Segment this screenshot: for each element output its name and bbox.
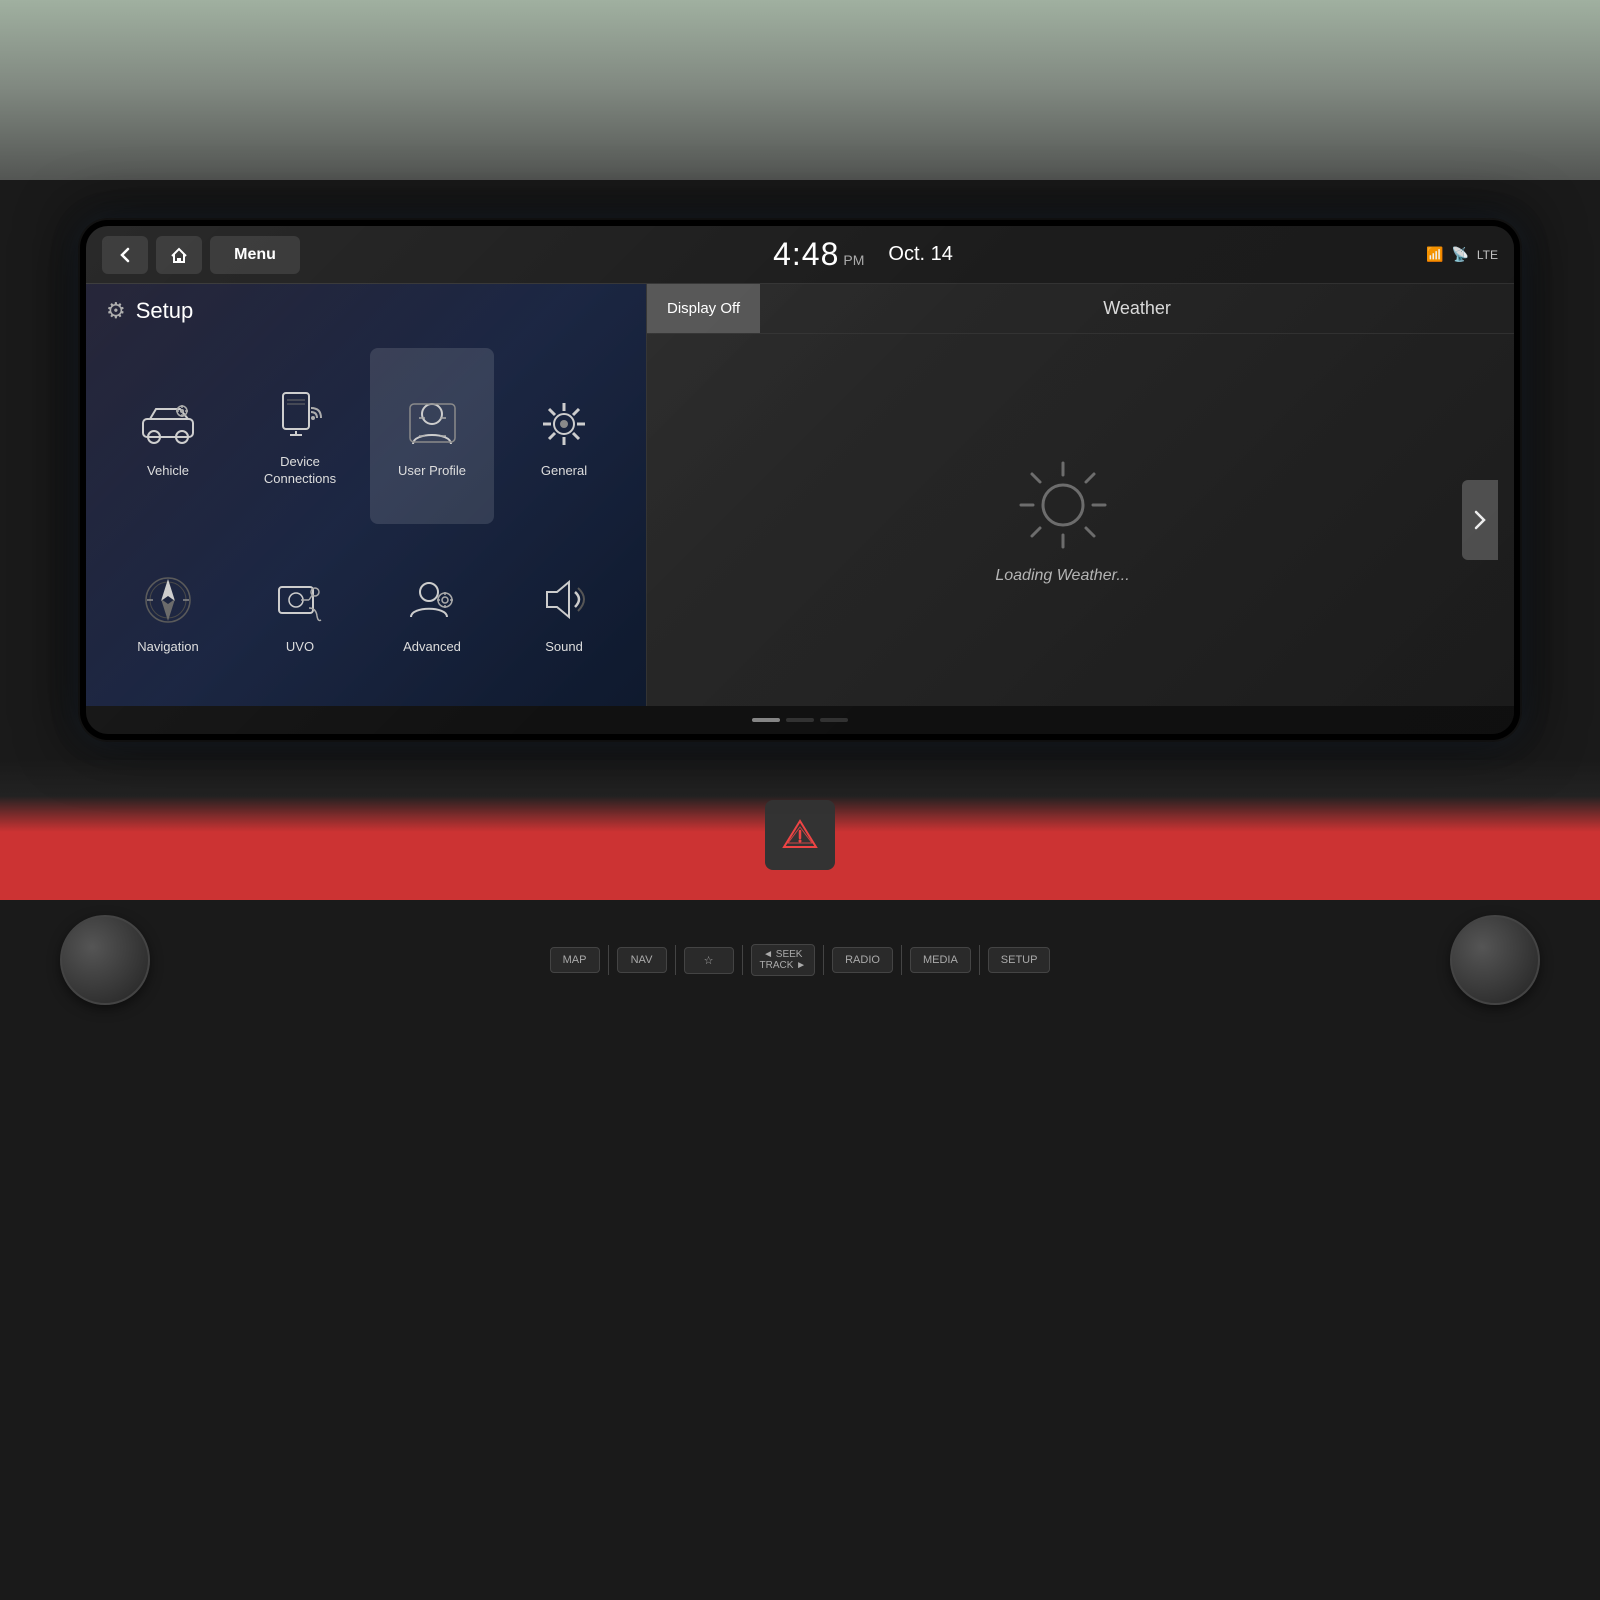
menu-item-advanced[interactable]: Advanced — [370, 532, 494, 692]
page-dot-3[interactable] — [820, 718, 848, 722]
top-bar: Menu 4:48 PM Oct. 14 📶 📡 LTE — [86, 226, 1514, 284]
sound-icon — [533, 569, 595, 631]
menu-item-navigation[interactable]: Navigation — [106, 532, 230, 692]
pagination-bar — [86, 706, 1514, 734]
network-icon: LTE — [1477, 248, 1498, 262]
menu-item-device-connections[interactable]: DeviceConnections — [238, 348, 362, 524]
uvo-label: UVO — [286, 639, 314, 656]
setup-title: Setup — [136, 298, 194, 324]
loading-weather-text: Loading Weather... — [995, 567, 1129, 585]
control-buttons: MAP NAV ☆ ◄ SEEKTRACK ► RADIO MEDIA SETU… — [150, 944, 1450, 976]
favorite-button[interactable]: ☆ — [684, 947, 734, 974]
setup-button[interactable]: SETUP — [988, 947, 1051, 973]
vehicle-label: Vehicle — [147, 463, 189, 480]
time-display: 4:48 PM — [773, 236, 864, 273]
sun-loading-icon — [1013, 455, 1113, 555]
general-icon — [533, 393, 595, 455]
signal-icon: 📡 — [1451, 246, 1468, 263]
general-label: General — [541, 463, 587, 480]
device-connections-icon — [269, 384, 331, 446]
user-profile-icon — [401, 393, 463, 455]
page-dot-1[interactable] — [752, 718, 780, 722]
weather-area: Loading Weather... — [663, 455, 1462, 585]
wifi-icon: 📶 — [1426, 246, 1443, 263]
advanced-label: Advanced — [403, 639, 461, 656]
menu-grid: Vehicle — [106, 348, 626, 692]
bottom-controls: MAP NAV ☆ ◄ SEEKTRACK ► RADIO MEDIA SETU… — [0, 900, 1600, 1020]
back-button[interactable] — [102, 236, 148, 274]
setup-header: ⚙ Setup — [106, 298, 626, 332]
date-display: Oct. 14 — [888, 243, 952, 266]
separator-6 — [979, 945, 980, 975]
media-button[interactable]: MEDIA — [910, 947, 971, 973]
screen-wrapper: Menu 4:48 PM Oct. 14 📶 📡 LTE — [80, 220, 1520, 740]
top-center-info: 4:48 PM Oct. 14 — [300, 236, 1426, 273]
separator-5 — [901, 945, 902, 975]
weather-header: Weather — [760, 284, 1514, 333]
user-profile-label: User Profile — [398, 463, 466, 480]
car-interior: Menu 4:48 PM Oct. 14 📶 📡 LTE — [0, 0, 1600, 1600]
navigation-label: Navigation — [137, 639, 198, 656]
clock-time: 4:48 — [773, 236, 839, 273]
sound-label: Sound — [545, 639, 583, 656]
menu-item-sound[interactable]: Sound — [502, 532, 626, 692]
device-connections-label: DeviceConnections — [264, 454, 336, 488]
menu-button[interactable]: Menu — [210, 236, 300, 274]
map-button[interactable]: MAP — [550, 947, 600, 973]
setup-gear-icon: ⚙ — [106, 298, 126, 324]
infotainment-screen: Menu 4:48 PM Oct. 14 📶 📡 LTE — [86, 226, 1514, 734]
right-top-bar: Display Off Weather — [647, 284, 1514, 334]
display-off-button[interactable]: Display Off — [647, 284, 760, 333]
main-content: ⚙ Setup — [86, 284, 1514, 706]
chevron-right-button[interactable] — [1462, 480, 1498, 560]
right-panel: Display Off Weather — [646, 284, 1514, 706]
separator-2 — [675, 945, 676, 975]
right-knob[interactable] — [1450, 915, 1540, 1005]
menu-item-uvo[interactable]: UVO — [238, 532, 362, 692]
separator-4 — [823, 945, 824, 975]
nav-buttons: Menu — [102, 236, 300, 274]
advanced-icon — [401, 569, 463, 631]
radio-button[interactable]: RADIO — [832, 947, 893, 973]
page-dot-2[interactable] — [786, 718, 814, 722]
hazard-button[interactable] — [765, 800, 835, 870]
seek-track-button[interactable]: ◄ SEEKTRACK ► — [751, 944, 816, 976]
weather-content: Loading Weather... — [647, 334, 1514, 706]
clock-ampm: PM — [843, 252, 864, 268]
menu-item-general[interactable]: General — [502, 348, 626, 524]
separator-1 — [608, 945, 609, 975]
menu-item-vehicle[interactable]: Vehicle — [106, 348, 230, 524]
nav-button[interactable]: NAV — [617, 947, 667, 973]
uvo-icon — [269, 569, 331, 631]
status-icons: 📶 📡 LTE — [1426, 246, 1498, 263]
left-knob[interactable] — [60, 915, 150, 1005]
vehicle-icon — [137, 393, 199, 455]
navigation-icon — [137, 569, 199, 631]
menu-item-user-profile[interactable]: User Profile — [370, 348, 494, 524]
left-panel: ⚙ Setup — [86, 284, 646, 706]
separator-3 — [742, 945, 743, 975]
home-button[interactable] — [156, 236, 202, 274]
